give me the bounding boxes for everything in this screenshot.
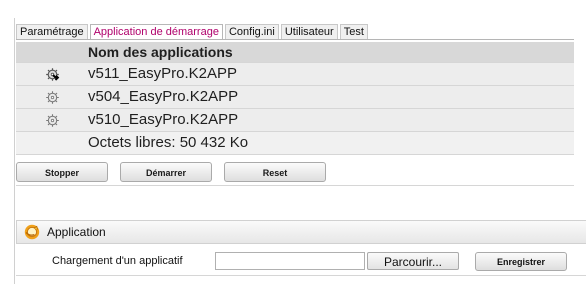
applications-table: Nom des applications v511_EasyPro.K2APP … — [16, 42, 574, 155]
gear-icon — [45, 90, 60, 105]
application-actions: Stopper Démarrer Reset — [16, 162, 574, 184]
reset-button[interactable]: Reset — [224, 162, 326, 182]
tab-utilisateur[interactable]: Utilisateur — [280, 24, 338, 40]
icon-column-header — [16, 42, 88, 63]
table-row[interactable]: v510_EasyPro.K2APP — [16, 108, 574, 132]
free-space-row: Octets libres: 50 432 Ko — [16, 131, 574, 155]
app-status-cell — [16, 85, 88, 109]
actions-separator — [16, 185, 574, 186]
application-upload-row: Chargement d'un applicatif Parcourir... … — [16, 248, 586, 276]
table-header-row: Nom des applications — [16, 42, 574, 63]
free-space-spacer — [16, 131, 88, 155]
running-gear-icon — [45, 67, 60, 82]
save-button[interactable]: Enregistrer — [475, 252, 567, 271]
tab-parametrage[interactable]: Paramétrage — [16, 24, 88, 40]
tab-config-ini[interactable]: Config.ini — [224, 24, 279, 40]
application-file-field[interactable] — [215, 252, 365, 270]
app-status-cell — [16, 62, 88, 86]
application-section-header: Application — [16, 220, 586, 244]
app-status-cell — [16, 108, 88, 132]
stop-button[interactable]: Stopper — [16, 162, 108, 182]
free-space-text: Octets libres: 50 432 Ko — [88, 131, 574, 155]
tab-separator — [16, 39, 574, 40]
table-row[interactable]: v511_EasyPro.K2APP — [16, 62, 574, 86]
application-upload-label: Chargement d'un applicatif — [52, 255, 183, 267]
application-section-title: Application — [47, 225, 106, 239]
application-name: v510_EasyPro.K2APP — [88, 108, 574, 132]
startup-application-page: Paramétrage Application de démarrage Con… — [0, 0, 586, 284]
tab-strip: Paramétrage Application de démarrage Con… — [16, 24, 368, 40]
tab-test[interactable]: Test — [339, 24, 368, 40]
start-button[interactable]: Démarrer — [120, 162, 212, 182]
application-icon — [24, 224, 40, 240]
gear-icon — [45, 113, 60, 128]
left-border — [14, 18, 15, 284]
application-name: v511_EasyPro.K2APP — [88, 62, 574, 86]
table-row[interactable]: v504_EasyPro.K2APP — [16, 85, 574, 109]
browse-button[interactable]: Parcourir... — [367, 252, 459, 270]
tab-application-de-demarrage[interactable]: Application de démarrage — [89, 24, 223, 40]
application-name: v504_EasyPro.K2APP — [88, 85, 574, 109]
applications-column-header: Nom des applications — [88, 42, 574, 63]
